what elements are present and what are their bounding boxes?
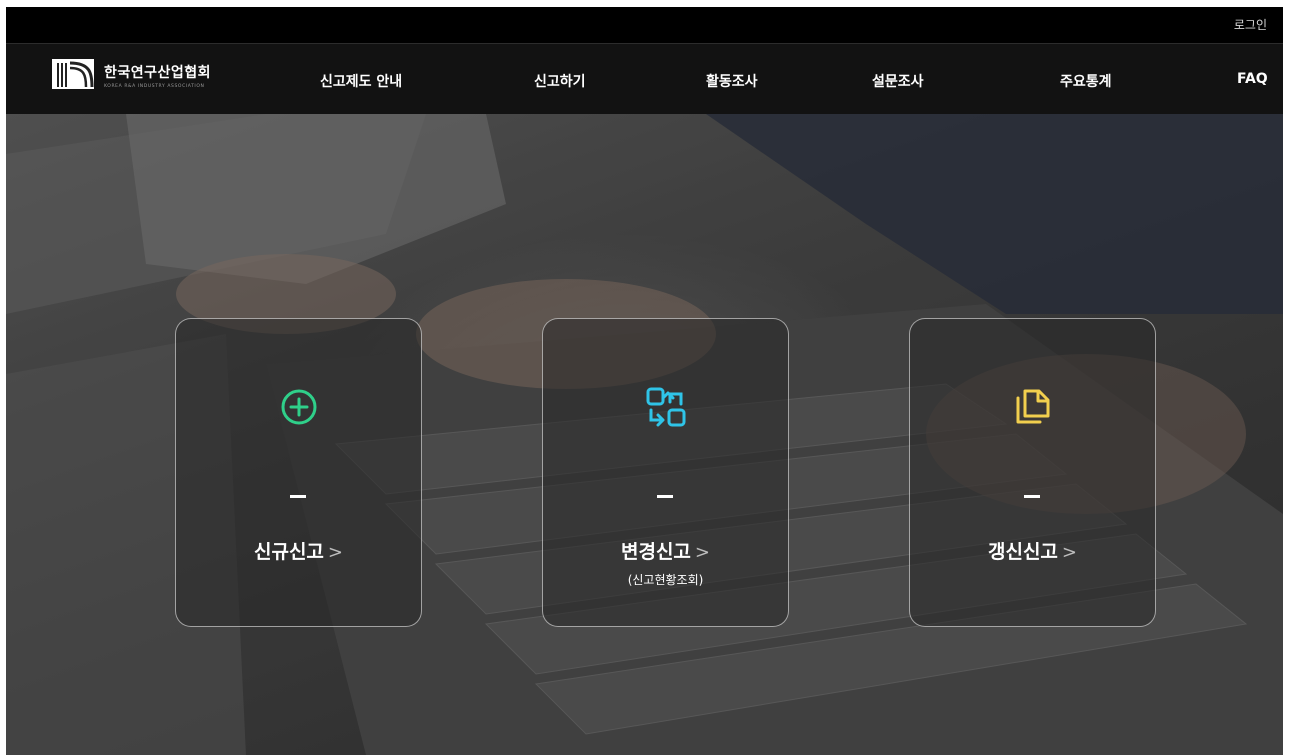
card-change-report[interactable]: 변경신고 > (신고현황조회) [542,318,789,627]
site-logo[interactable]: 한국연구산업협회 KOREA R&A INDUSTRY ASSOCIATION [52,59,211,90]
login-link[interactable]: 로그인 [1234,16,1267,33]
nav-item-report[interactable]: 신고하기 [534,71,586,91]
card-title: 신규신고 > [176,537,421,564]
nav-item-report-guide[interactable]: 신고제도 안내 [320,71,402,91]
card-subtitle: (신고현황조회) [627,573,704,587]
page-frame: 로그인 한국연구산업협회 KOREA R&A INDUSTRY ASSOCIAT… [6,7,1283,755]
card-title: 갱신신고 > [910,537,1155,564]
logo-name-en: KOREA R&A INDUSTRY ASSOCIATION [104,83,205,89]
plus-circle-icon [281,389,317,425]
nav-item-questionnaire[interactable]: 설문조사 [872,71,924,91]
card-title-text: 신규신고 [253,541,324,563]
card-divider [657,495,673,498]
logo-text: 한국연구산업협회 KOREA R&A INDUSTRY ASSOCIATION [104,62,211,89]
chevron-right-icon: > [327,542,343,563]
card-title-text: 갱신신고 [987,541,1058,563]
card-title-text: 변경신고 [620,541,691,563]
chevron-right-icon: > [694,542,710,563]
swap-icon [646,387,686,427]
main-navigation: 한국연구산업협회 KOREA R&A INDUSTRY ASSOCIATION … [6,43,1283,115]
card-divider [1024,495,1040,498]
card-renewal-report[interactable]: 갱신신고 > [909,318,1156,627]
card-divider [290,495,306,498]
card-new-report[interactable]: 신규신고 > [175,318,422,627]
logo-name-ko: 한국연구산업협회 [104,64,212,81]
nav-item-faq[interactable]: FAQ [1237,71,1268,87]
card-title: 변경신고 > [543,537,788,564]
nav-item-activity-survey[interactable]: 활동조사 [706,71,758,91]
nav-item-statistics[interactable]: 주요통계 [1060,71,1112,91]
top-utility-bar: 로그인 [6,7,1283,43]
copy-icon [1016,389,1050,424]
logo-mark-icon [52,59,94,89]
chevron-right-icon: > [1061,542,1077,563]
